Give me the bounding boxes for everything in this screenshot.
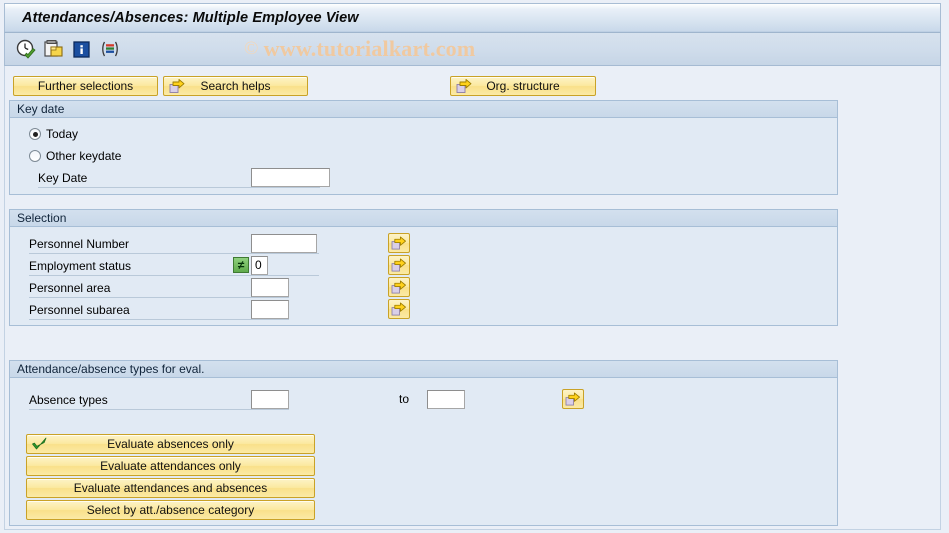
absence-types-underline [29,409,289,410]
search-helps-button[interactable]: Search helps [163,76,308,96]
personnel-area-label: Personnel area [29,281,111,295]
key-date-group-title: Key date [17,102,65,116]
absence-types-multi-select-button[interactable] [562,389,584,409]
key-date-label: Key Date [38,171,88,185]
page-title: Attendances/Absences: Multiple Employee … [22,10,359,26]
evaluate-attendances-only-label: Evaluate attendances only [100,459,241,473]
personnel-area-multi-select-button[interactable] [388,277,410,297]
personnel-number-multi-select-button[interactable] [388,233,410,253]
copy-variant-icon[interactable] [43,38,65,60]
window-title-bar: Attendances/Absences: Multiple Employee … [4,3,941,33]
select-by-category-button[interactable]: Select by att./absence category [26,500,315,520]
employment-status-input[interactable]: 0 [251,256,268,275]
absence-types-to-label: to [399,392,410,406]
evaluate-attendances-and-absences-button[interactable]: Evaluate attendances and absences [26,478,315,498]
key-date-input[interactable] [251,168,330,187]
absence-types-from-input[interactable] [251,390,289,409]
personnel-number-input[interactable] [251,234,317,253]
absence-types-row: Absence types [29,390,289,410]
att-abs-types-group-body: Absence types to Evaluate absences only … [10,378,837,524]
evaluate-attendances-only-button[interactable]: Evaluate attendances only [26,456,315,476]
arrow-right-icon [391,302,406,316]
radio-today-label: Today [46,127,79,141]
absence-types-to-input[interactable] [427,390,465,409]
employment-status-row: Employment status [29,256,319,276]
arrow-right-icon [391,236,406,250]
selection-group-body: Personnel Number Employment status ≠ 0 P… [10,227,837,324]
absence-types-label: Absence types [29,393,108,407]
selection-group-title: Selection [17,211,67,225]
arrow-right-icon [391,280,406,294]
personnel-subarea-input[interactable] [251,300,289,319]
selection-group: Selection Personnel Number Employment st… [9,209,838,326]
selection-group-header: Selection [10,210,837,227]
employment-status-underline [29,275,319,276]
key-date-group-body: Today Other keydate Key Date [10,118,837,193]
radio-other-keydate[interactable]: Other keydate [29,148,121,164]
radio-other-keydate-label: Other keydate [46,149,122,163]
info-icon[interactable] [71,38,93,60]
radio-other-keydate-indicator[interactable] [29,150,41,162]
att-abs-types-group-header: Attendance/absence types for eval. [10,361,837,378]
personnel-area-underline [29,297,289,298]
personnel-number-label: Personnel Number [29,237,130,251]
org-structure-button[interactable]: Org. structure [450,76,596,96]
personnel-area-input[interactable] [251,278,289,297]
further-selections-label: Further selections [37,79,134,93]
sap-gui-window: Attendances/Absences: Multiple Employee … [0,0,949,533]
arrow-right-icon [169,78,186,95]
personnel-subarea-multi-select-button[interactable] [388,299,410,319]
employment-status-label: Employment status [29,259,132,273]
evaluate-attendances-and-absences-label: Evaluate attendances and absences [73,481,268,495]
personnel-subarea-label: Personnel subarea [29,303,130,317]
personnel-subarea-row: Personnel subarea [29,300,289,320]
att-abs-types-group-title: Attendance/absence types for eval. [17,362,205,376]
execute-clock-icon[interactable] [15,38,37,60]
personnel-subarea-underline [29,319,289,320]
arrow-right-icon [456,78,473,95]
att-abs-types-group: Attendance/absence types for eval. Absen… [9,360,838,526]
further-selections-button[interactable]: Further selections [13,76,158,96]
selection-screen-canvas: Further selections Search helps Org. str… [4,66,941,530]
personnel-area-row: Personnel area [29,278,289,298]
application-toolbar [4,33,941,66]
radio-today[interactable]: Today [29,126,78,142]
check-icon [31,436,48,453]
color-bars-icon[interactable] [99,38,121,60]
employment-status-operator-icon[interactable]: ≠ [233,257,249,273]
key-date-group: Key date Today Other keydate Key Date [9,100,838,195]
search-helps-label: Search helps [200,79,271,93]
radio-today-indicator[interactable] [29,128,41,140]
evaluate-absences-only-label: Evaluate absences only [107,437,234,451]
key-date-group-header: Key date [10,101,837,118]
evaluate-absences-only-button[interactable]: Evaluate absences only [26,434,315,454]
select-by-category-label: Select by att./absence category [86,503,255,517]
personnel-number-underline [29,253,319,254]
org-structure-label: Org. structure [486,79,560,93]
employment-status-multi-select-button[interactable] [388,255,410,275]
arrow-right-icon [565,392,580,406]
arrow-right-icon [391,258,406,272]
key-date-underline [38,187,320,188]
